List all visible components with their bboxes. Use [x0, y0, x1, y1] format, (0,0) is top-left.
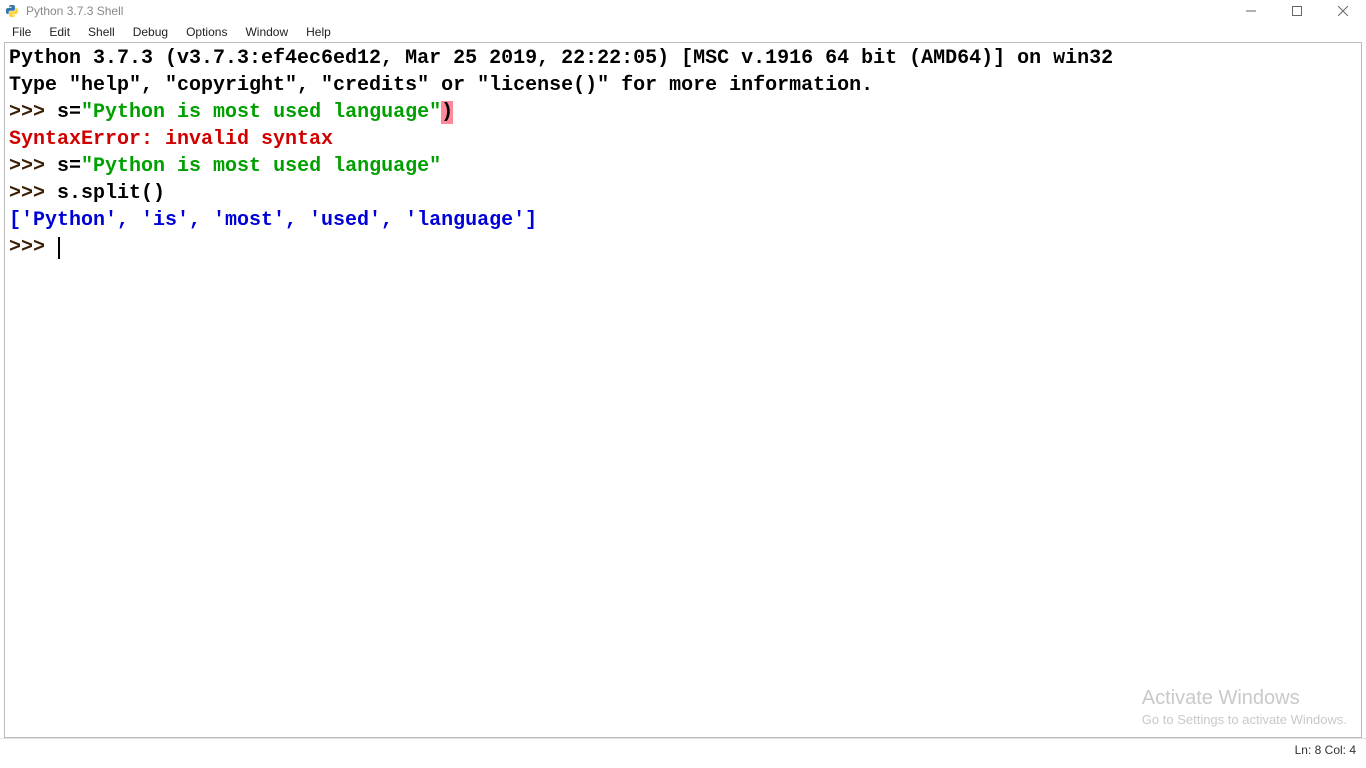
activate-windows-watermark: Activate Windows Go to Settings to activ…	[1142, 687, 1347, 727]
python-icon	[4, 3, 20, 19]
code-assign-1: s=	[57, 101, 81, 124]
shell-text[interactable]: Python 3.7.3 (v3.7.3:ef4ec6ed12, Mar 25 …	[5, 43, 1361, 263]
menu-file[interactable]: File	[4, 24, 41, 40]
prompt: >>>	[9, 101, 57, 124]
menu-edit[interactable]: Edit	[41, 24, 80, 40]
watermark-subtitle: Go to Settings to activate Windows.	[1142, 712, 1347, 727]
banner-line-1: Python 3.7.3 (v3.7.3:ef4ec6ed12, Mar 25 …	[9, 47, 1113, 70]
window-controls	[1228, 0, 1366, 22]
string-literal-1: "Python is most used language"	[81, 101, 441, 124]
string-literal-2: "Python is most used language"	[81, 155, 441, 178]
menu-shell[interactable]: Shell	[80, 24, 125, 40]
menu-debug[interactable]: Debug	[125, 24, 178, 40]
banner-line-2: Type "help", "copyright", "credits" or "…	[9, 74, 873, 97]
menu-help[interactable]: Help	[298, 24, 341, 40]
code-assign-2: s=	[57, 155, 81, 178]
minimize-button[interactable]	[1228, 0, 1274, 22]
statusbar: Ln: 8 Col: 4	[0, 738, 1366, 760]
menu-options[interactable]: Options	[178, 24, 237, 40]
code-split: s.split()	[57, 182, 165, 205]
prompt: >>>	[9, 182, 57, 205]
menu-window[interactable]: Window	[237, 24, 298, 40]
maximize-button[interactable]	[1274, 0, 1320, 22]
line-col-indicator: Ln: 8 Col: 4	[1295, 743, 1356, 757]
error-message: SyntaxError: invalid syntax	[9, 128, 333, 151]
prompt: >>>	[9, 236, 57, 259]
error-highlight-char: )	[441, 101, 453, 124]
window-title: Python 3.7.3 Shell	[26, 4, 123, 18]
titlebar: Python 3.7.3 Shell	[0, 0, 1366, 22]
output-list: ['Python', 'is', 'most', 'used', 'langua…	[9, 209, 537, 232]
close-button[interactable]	[1320, 0, 1366, 22]
menubar: File Edit Shell Debug Options Window Hel…	[0, 22, 1366, 42]
text-cursor	[58, 237, 60, 259]
prompt: >>>	[9, 155, 57, 178]
watermark-title: Activate Windows	[1142, 687, 1347, 710]
shell-area[interactable]: Python 3.7.3 (v3.7.3:ef4ec6ed12, Mar 25 …	[4, 42, 1362, 738]
